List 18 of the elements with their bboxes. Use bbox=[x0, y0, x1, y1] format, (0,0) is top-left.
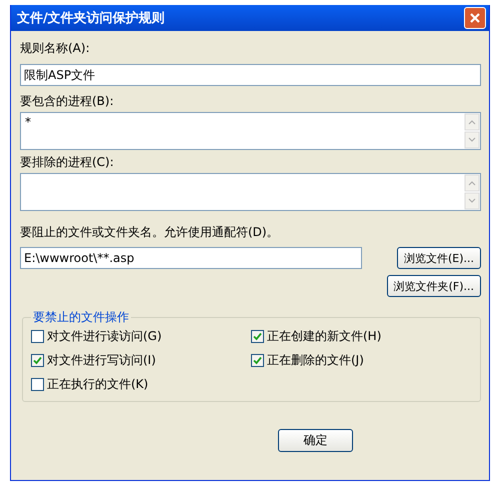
input-field[interactable]: E:\wwwroot\**.asp bbox=[20, 247, 362, 269]
input-field[interactable]: 限制ASP文件 bbox=[20, 64, 481, 86]
checkbox[interactable]: 正在执行的文件(K) bbox=[31, 376, 251, 393]
browse-button[interactable]: 浏览文件(E)... bbox=[396, 247, 481, 269]
checkbox[interactable]: 正在删除的文件(J) bbox=[251, 352, 474, 369]
ok-button[interactable]: 确定 bbox=[278, 429, 353, 452]
field-label: 要阻止的文件或文件夹名。允许使用通配符(D)。 bbox=[20, 225, 280, 239]
field-label: 要包含的进程(B): bbox=[20, 94, 115, 108]
window-title: 文件/文件夹访问保护规则 bbox=[17, 10, 165, 27]
field-value: * bbox=[24, 114, 32, 131]
field-label: 规则名称(A): bbox=[20, 41, 91, 55]
input-field[interactable]: * bbox=[20, 112, 481, 150]
checkbox[interactable]: 正在创建的新文件(H) bbox=[251, 328, 474, 345]
checkbox[interactable]: 对文件进行写访问(I) bbox=[31, 352, 251, 369]
checkbox[interactable]: 对文件进行读访问(G) bbox=[31, 328, 251, 345]
field-label: 要排除的进程(C): bbox=[20, 155, 115, 169]
browse-button[interactable]: 浏览文件夹(F)... bbox=[386, 275, 481, 297]
group-title: 要禁止的文件操作 bbox=[32, 309, 130, 326]
